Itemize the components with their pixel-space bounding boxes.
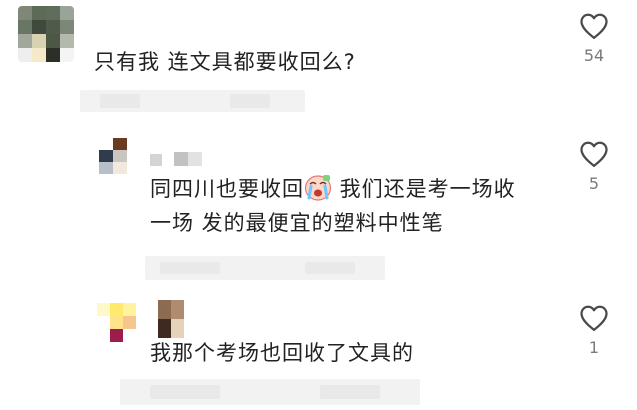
reply-avatar[interactable] [97,303,137,343]
like-button[interactable]: 54 [574,12,614,65]
like-count: 54 [583,46,605,65]
reply-text-part2: 我们还是考一场收 [332,177,516,201]
reply-text: 同四川也要收回 我们还是考一场收 一场 发的最便宜的塑料中性笔 [150,172,516,240]
reply-to-avatar[interactable] [158,300,184,338]
avatar[interactable] [18,6,74,62]
crying-face-emoji [304,173,332,201]
reply-text-line2: 一场 发的最便宜的塑料中性笔 [150,211,444,235]
heart-icon [580,305,608,331]
reply-text-part1: 同四川也要收回 [150,177,304,201]
like-button[interactable]: 1 [574,304,614,357]
reply-meta [120,377,420,407]
like-count: 1 [588,338,600,357]
heart-icon [580,141,608,167]
comment-text: 只有我 连文具都要收回么? [94,50,356,74]
reply-username[interactable] [150,152,205,166]
reply-text: 我那个考场也回收了文具的 [150,341,414,365]
heart-icon [580,13,608,39]
comment-meta [80,88,305,114]
like-count: 5 [588,174,600,193]
reply-meta [145,254,385,282]
like-button[interactable]: 5 [574,140,614,193]
reply-avatar[interactable] [99,138,127,174]
